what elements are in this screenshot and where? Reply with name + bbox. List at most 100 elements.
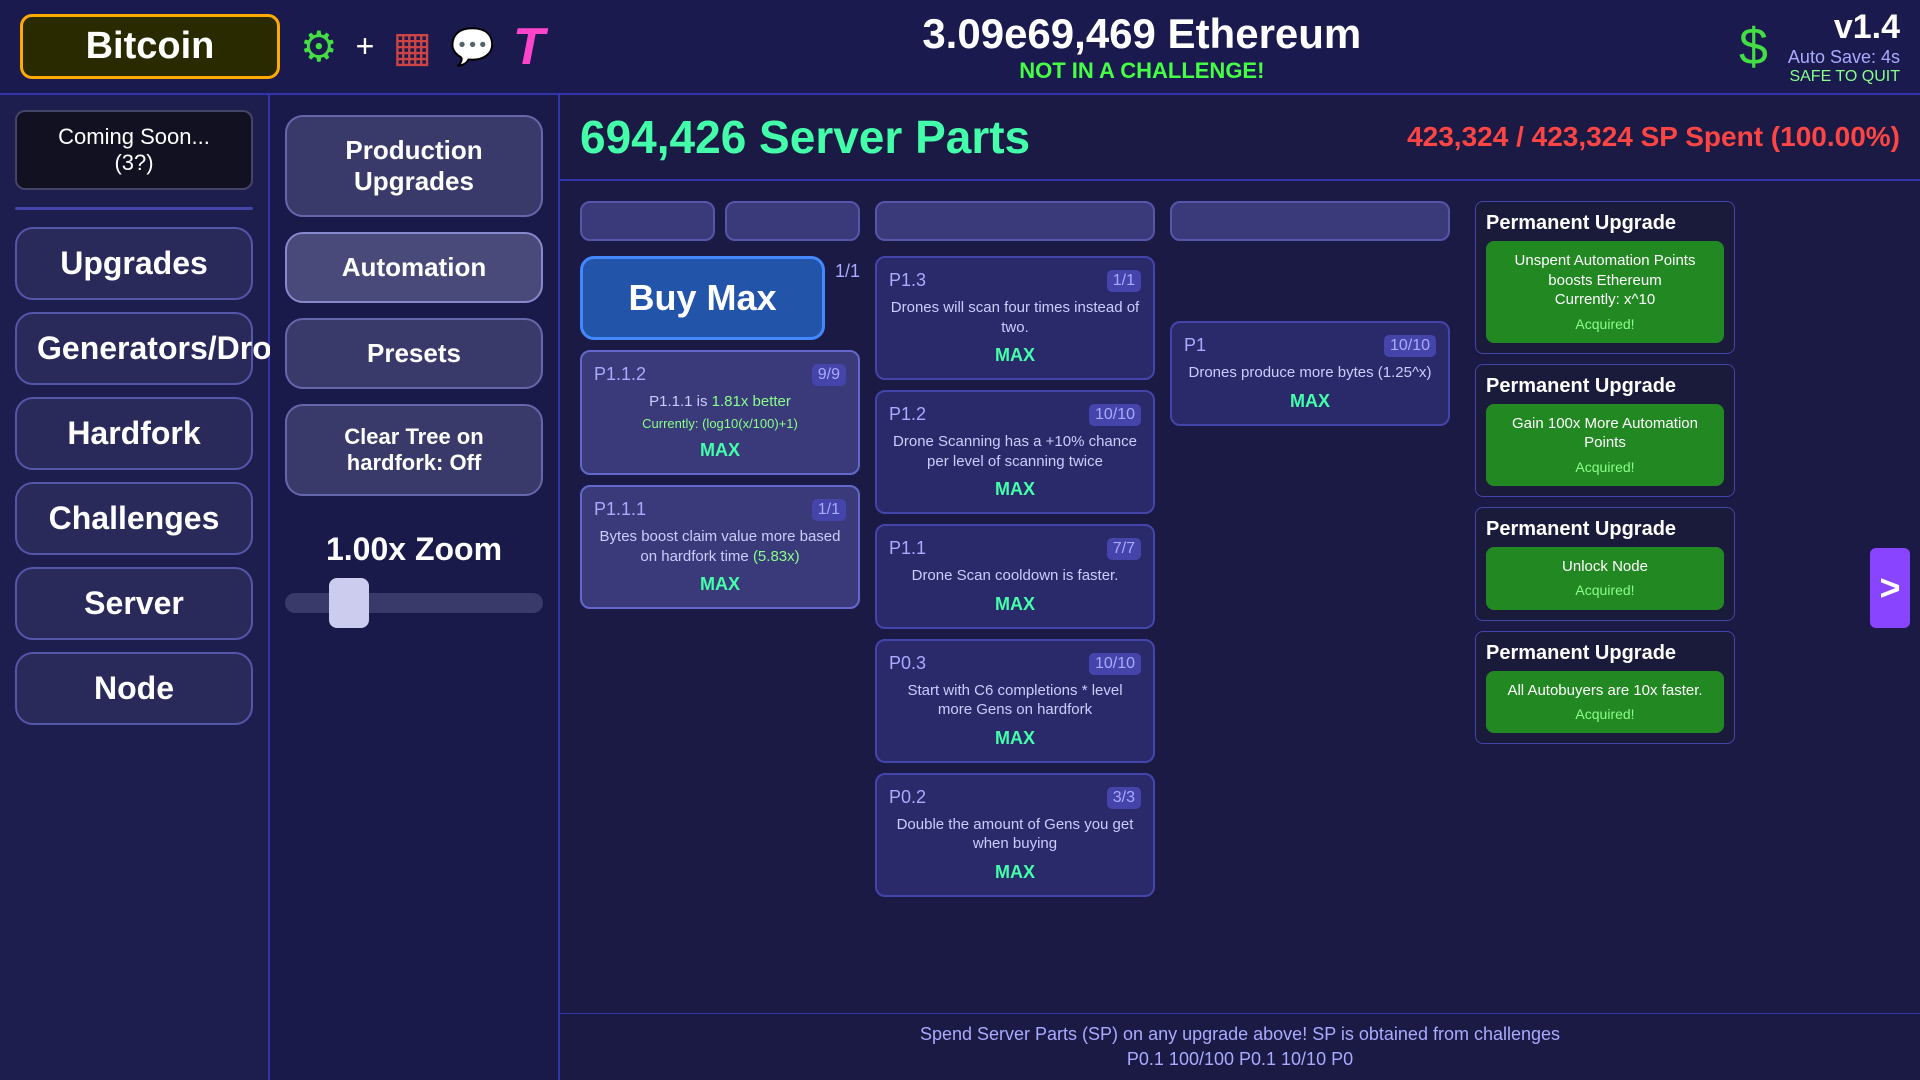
left-sidebar: Coming Soon... (3?) Upgrades Generators/… — [0, 95, 270, 1080]
version-label: v1.4 — [1788, 8, 1900, 47]
p1-1-label: P1.1 — [889, 538, 926, 560]
p1-1-2-body: P1.1.1 is 1.81x better — [649, 393, 791, 410]
zoom-label: 1.00x Zoom — [326, 531, 502, 568]
p1-1-1-label: P1.1.1 — [594, 499, 646, 521]
p1-1-2-label: P1.1.2 — [594, 364, 646, 386]
perm-2-acquired: Acquired! — [1496, 458, 1714, 476]
p1-3-badge: 1/1 — [1107, 270, 1141, 292]
perm-4-title: Permanent Upgrade — [1486, 642, 1724, 665]
top-bar: Bitcoin ⚙ + ▦ 💬 T 3.09e69,469 Ethereum N… — [0, 0, 1920, 95]
upgrade-p1[interactable]: P1 10/10 Drones produce more bytes (1.25… — [1170, 321, 1450, 426]
spacer-right — [1170, 256, 1450, 311]
discord-icon[interactable]: 💬 — [450, 26, 495, 68]
server-parts-title: 694,426 Server Parts — [580, 110, 1030, 164]
coming-soon-label: Coming Soon... (3?) — [15, 110, 253, 190]
permanent-upgrade-4: Permanent Upgrade All Autobuyers are 10x… — [1475, 631, 1735, 745]
permanent-upgrade-3: Permanent Upgrade Unlock Node Acquired! — [1475, 507, 1735, 621]
p1-2-label: P1.2 — [889, 404, 926, 426]
dollar-sign-icon: $ — [1739, 17, 1768, 77]
upgrade-p1-1-1[interactable]: P1.1.1 1/1 Bytes boost claim value more … — [580, 485, 860, 609]
p0-3-max: MAX — [889, 728, 1141, 749]
sidebar-item-node[interactable]: Node — [15, 652, 253, 725]
permanent-upgrade-1: Permanent Upgrade Unspent Automation Poi… — [1475, 201, 1735, 354]
zoom-slider-container — [285, 593, 543, 618]
version-info: v1.4 Auto Save: 4s SAFE TO QUIT — [1788, 8, 1900, 86]
upgrade-p1-1[interactable]: P1.1 7/7 Drone Scan cooldown is faster. … — [875, 524, 1155, 629]
p0-3-badge: 10/10 — [1089, 653, 1141, 675]
perm-4-body: All Autobuyers are 10x faster. — [1496, 681, 1714, 701]
p0-2-max: MAX — [889, 862, 1141, 883]
upgrade-p1-3[interactable]: P1.3 1/1 Drones will scan four times ins… — [875, 256, 1155, 380]
p1-badge: 10/10 — [1384, 335, 1436, 357]
sidebar-item-server[interactable]: Server — [15, 567, 253, 640]
upgrade-p1-2[interactable]: P1.2 10/10 Drone Scanning has a +10% cha… — [875, 390, 1155, 514]
perm-1-title: Permanent Upgrade — [1486, 212, 1724, 235]
perm-1-body: Unspent Automation Points boosts Ethereu… — [1496, 251, 1714, 310]
main-content: 694,426 Server Parts 423,324 / 423,324 S… — [560, 95, 1920, 1080]
perm-2-title: Permanent Upgrade — [1486, 375, 1724, 398]
footer-line-2: P0.1 100/100 P0.1 10/10 P0 — [580, 1049, 1900, 1070]
gear-icon[interactable]: ⚙ — [300, 22, 338, 71]
upgrade-p1-1-2[interactable]: P1.1.2 9/9 P1.1.1 is 1.81x better Curren… — [580, 350, 860, 475]
buy-max-button[interactable]: Buy Max — [580, 256, 825, 340]
p1-1-1-body: Bytes boost claim value more based on ha… — [600, 528, 841, 565]
partial-card-top-1 — [580, 201, 715, 241]
left-upgrades-column: Buy Max 1/1 P1.1.2 9/9 P1.1.1 is 1.81x b… — [580, 201, 860, 1056]
upgrade-p0-3[interactable]: P0.3 10/10 Start with C6 completions * l… — [875, 639, 1155, 763]
p0-2-label: P0.2 — [889, 787, 926, 809]
p0-3-label: P0.3 — [889, 653, 926, 675]
upgrade-grid: Buy Max 1/1 P1.1.2 9/9 P1.1.1 is 1.81x b… — [560, 181, 1920, 1076]
footer-line-1: Spend Server Parts (SP) on any upgrade a… — [580, 1024, 1900, 1045]
p1-2-body: Drone Scanning has a +10% chance per lev… — [889, 432, 1141, 471]
p1-1-max: MAX — [889, 594, 1141, 615]
t-icon[interactable]: T — [513, 17, 545, 77]
perm-3-title: Permanent Upgrade — [1486, 518, 1724, 541]
p0-2-badge: 3/3 — [1107, 787, 1141, 809]
p1-1-body: Drone Scan cooldown is faster. — [889, 566, 1141, 586]
upgrade-p0-2[interactable]: P0.2 3/3 Double the amount of Gens you g… — [875, 773, 1155, 897]
p1-1-2-sub: Currently: (log10(x/100)+1) — [594, 416, 846, 433]
p1-3-label: P1.3 — [889, 270, 926, 292]
p1-3-max: MAX — [889, 345, 1141, 366]
permanent-upgrade-2: Permanent Upgrade Gain 100x More Automat… — [1475, 364, 1735, 497]
zoom-slider[interactable] — [285, 593, 543, 613]
clear-tree-button[interactable]: Clear Tree on hardfork: Off — [285, 404, 543, 496]
challenge-status: NOT IN A CHALLENGE! — [565, 58, 1719, 84]
ethereum-amount: 3.09e69,469 Ethereum — [565, 10, 1719, 58]
perm-4-acquired: Acquired! — [1496, 705, 1714, 723]
automation-button[interactable]: Automation — [285, 232, 543, 303]
p0-2-body: Double the amount of Gens you get when b… — [889, 815, 1141, 854]
right-upgrades-column: P1 10/10 Drones produce more bytes (1.25… — [1170, 201, 1450, 1056]
p1-2-badge: 10/10 — [1089, 404, 1141, 426]
perm-1-acquired: Acquired! — [1496, 315, 1714, 333]
p1-body: Drones produce more bytes (1.25^x) — [1184, 363, 1436, 383]
permanent-upgrades-column: Permanent Upgrade Unspent Automation Poi… — [1475, 201, 1735, 1056]
bitcoin-button[interactable]: Bitcoin — [20, 14, 280, 79]
sidebar-divider — [15, 207, 253, 210]
footer-text: Spend Server Parts (SP) on any upgrade a… — [560, 1013, 1920, 1080]
p1-1-2-max: MAX — [594, 440, 846, 461]
sidebar-item-hardfork[interactable]: Hardfork — [15, 397, 253, 470]
p1-2-max: MAX — [889, 479, 1141, 500]
partial-card-top-2 — [725, 201, 860, 241]
currency-display: 3.09e69,469 Ethereum NOT IN A CHALLENGE! — [565, 10, 1719, 84]
production-upgrades-button[interactable]: Production Upgrades — [285, 115, 543, 217]
partial-top-right — [1170, 201, 1450, 241]
p1-label: P1 — [1184, 335, 1206, 357]
grid-icon[interactable]: ▦ — [392, 22, 432, 71]
presets-button[interactable]: Presets — [285, 318, 543, 389]
perm-3-acquired: Acquired! — [1496, 581, 1714, 599]
p1-1-1-max: MAX — [594, 574, 846, 595]
partial-top-center — [875, 201, 1155, 241]
p0-3-body: Start with C6 completions * level more G… — [889, 681, 1141, 720]
sidebar-item-generators[interactable]: Generators/Drones — [15, 312, 253, 385]
sidebar-item-upgrades[interactable]: Upgrades — [15, 227, 253, 300]
autosave-text: Auto Save: 4s — [1788, 47, 1900, 68]
p1-1-1-badge: 1/1 — [812, 499, 846, 521]
sp-spent-label: 423,324 / 423,324 SP Spent (100.00%) — [1407, 121, 1900, 153]
sidebar-item-challenges[interactable]: Challenges — [15, 482, 253, 555]
p1-3-body: Drones will scan four times instead of t… — [889, 298, 1141, 337]
server-parts-header: 694,426 Server Parts 423,324 / 423,324 S… — [560, 95, 1920, 181]
scroll-right-arrow[interactable]: > — [1870, 548, 1910, 628]
plus-icon: + — [356, 28, 375, 65]
